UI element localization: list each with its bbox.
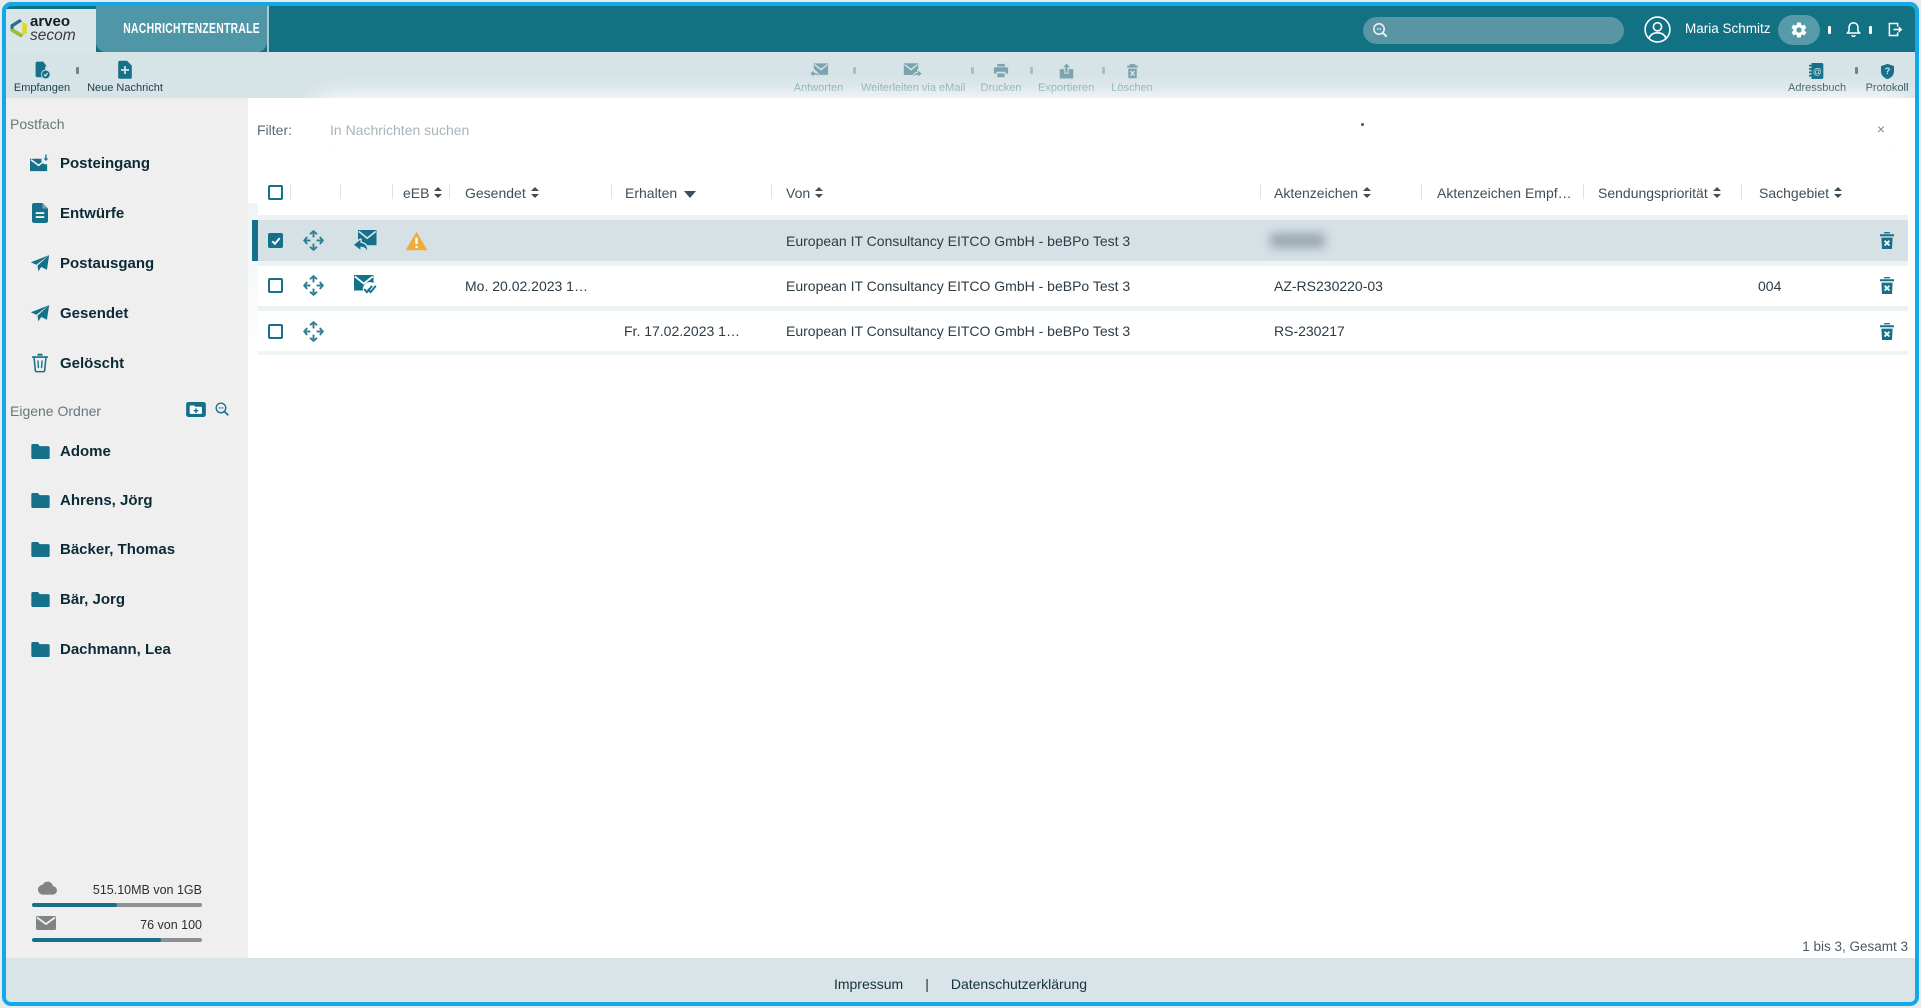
svg-text:?: ? (1884, 66, 1890, 76)
svg-text:@: @ (1813, 66, 1822, 76)
